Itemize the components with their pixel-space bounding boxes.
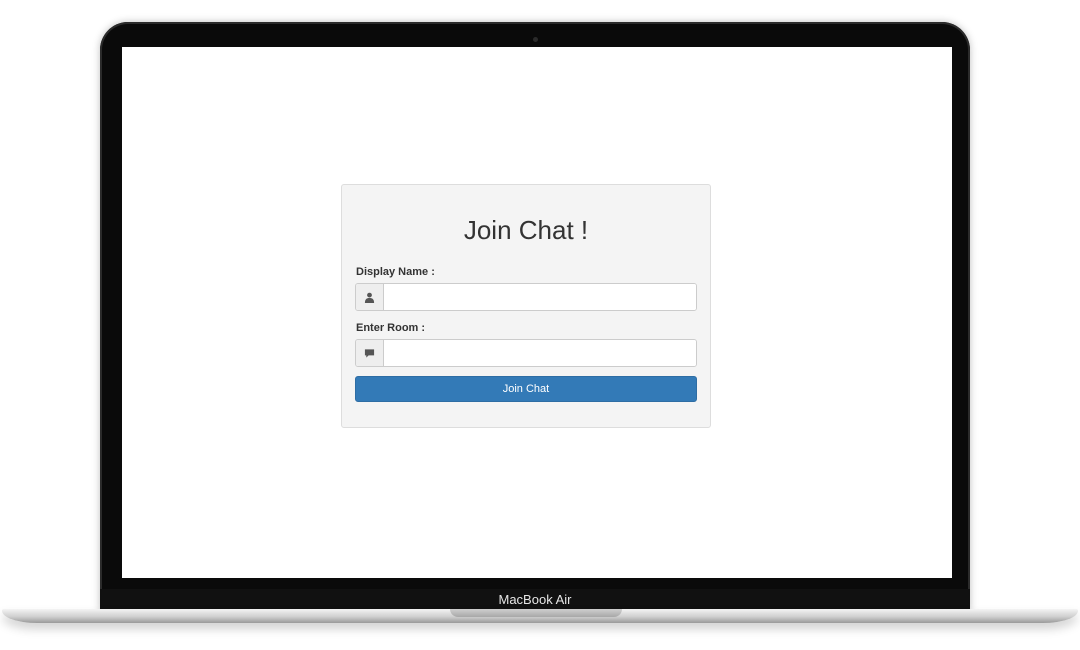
- chat-bubble-icon: [356, 340, 384, 366]
- room-input[interactable]: [384, 340, 696, 366]
- laptop-screen: Join Chat ! Display Name : Enter Room :: [122, 47, 952, 578]
- room-group: [355, 339, 697, 367]
- user-icon: [356, 284, 384, 310]
- display-name-input[interactable]: [384, 284, 696, 310]
- laptop-mockup: Join Chat ! Display Name : Enter Room :: [0, 0, 1080, 650]
- device-model-label: MacBook Air: [498, 592, 572, 607]
- join-chat-button[interactable]: Join Chat: [355, 376, 697, 402]
- join-chat-panel: Join Chat ! Display Name : Enter Room :: [341, 184, 711, 428]
- page-title: Join Chat !: [463, 215, 589, 245]
- display-name-group: [355, 283, 697, 311]
- room-label: Enter Room :: [356, 322, 426, 334]
- camera-icon: [533, 37, 538, 42]
- laptop-notch: [450, 609, 622, 617]
- display-name-label: Display Name :: [356, 266, 435, 278]
